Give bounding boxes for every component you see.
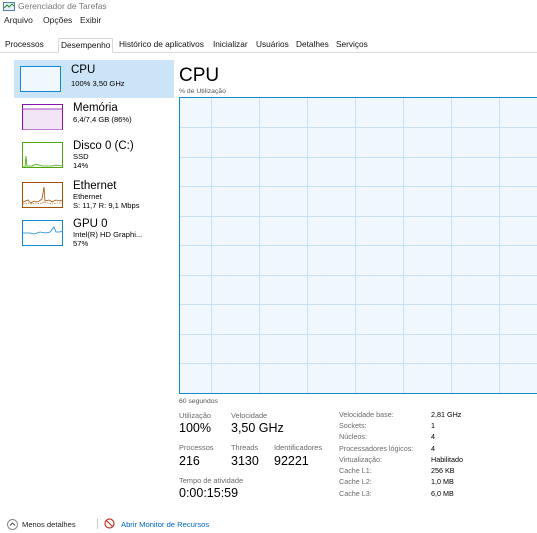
disk-thumbnail [22,142,63,168]
detail-key: Processadores lógicos: [339,444,414,453]
grid-line [180,304,537,305]
sidebar-item-sub: Intel(R) HD Graphi... [73,230,143,239]
detail-value: 1 [431,421,435,430]
sidebar-item-title: CPU [71,64,96,76]
sidebar-item-cpu[interactable]: CPU 100% 3,50 GHz [14,60,174,98]
grid-line [451,98,452,393]
detail-key: Cache L3: [339,489,372,498]
sidebar-item-gpu[interactable]: GPU 0 Intel(R) HD Graphi... 57% [16,214,172,252]
grid-line [180,216,537,217]
tab-bar: Processos Desempenho Histórico de aplica… [0,38,537,53]
sidebar-item-disco[interactable]: Disco 0 (C:) SSD 14% [16,136,172,174]
divider [97,518,98,529]
grid-line [307,98,308,393]
sidebar-item-memoria[interactable]: Memória 6,4/7,4 GB (86%) [16,98,172,136]
detail-value: Habilitado [431,455,463,464]
handles-value: 92221 [274,454,309,468]
chevron-up-icon[interactable] [7,519,18,530]
uptime-label: Tempo de atividade [179,476,244,485]
task-manager-icon [3,2,15,11]
uptime-value: 0:00:15:59 [179,486,239,500]
cpu-thumbnail [20,66,61,92]
sidebar-item-sub2: S: 11,7 R: 9,1 Mbps [73,201,140,210]
sidebar-item-sub2: 14% [73,161,89,170]
threads-label: Threads [231,443,259,452]
grid-line [259,98,260,393]
sidebar-item-sub: 6,4/7,4 GB (86%) [73,115,132,124]
utilization-label: Utilização [179,411,212,420]
tab-usuarios[interactable]: Usuários [254,38,291,51]
detail-key: Núcleos: [339,432,367,441]
detail-value: 2,81 GHz [431,410,462,419]
grid-line [180,334,537,335]
menu-exibir[interactable]: Exibir [80,15,101,25]
detail-key: Velocidade base: [339,410,394,419]
tab-detalhes[interactable]: Detalhes [294,38,331,51]
grid-line [180,186,537,187]
tab-processos[interactable]: Processos [3,38,46,51]
sidebar-item-title: Memória [73,102,118,114]
sidebar-item-title: Disco 0 (C:) [73,140,134,152]
handles-label: Identificadores [274,443,323,452]
grid-line [499,98,500,393]
detail-key: Cache L2: [339,477,372,486]
detail-value: 6,0 MB [431,489,454,498]
detail-key: Cache L1: [339,466,372,475]
detail-key: Virtualização: [339,455,383,464]
detail-value: 256 KB [431,466,455,475]
resource-monitor-icon[interactable] [104,518,115,529]
tab-historico[interactable]: Histórico de aplicativos [117,38,206,51]
window-title: Gerenciador de Tarefas [18,1,107,11]
grid-line [180,275,537,276]
fewer-details-button[interactable]: Menos detalhes [22,520,76,529]
utilization-axis-label: % de Utilização [179,88,226,95]
tab-inicializar[interactable]: Inicializar [211,38,250,51]
detail-value: 4 [431,432,435,441]
processes-value: 216 [179,454,200,468]
tab-desempenho[interactable]: Desempenho [58,38,114,53]
threads-value: 3130 [231,454,259,468]
sidebar-item-title: GPU 0 [73,218,108,230]
menu-opcoes[interactable]: Opções [43,15,72,25]
detail-value: 4 [431,444,435,453]
grid-line [355,98,356,393]
cpu-utilization-graph [179,97,537,394]
title-bar: Gerenciador de Tarefas [0,0,537,14]
speed-label: Velocidade [231,411,268,420]
grid-line [180,127,537,128]
open-resource-monitor-link[interactable]: Abrir Monitor de Recursos [121,520,209,529]
grid-line [403,98,404,393]
grid-line [211,98,212,393]
processes-label: Processos [179,443,214,452]
tab-servicos[interactable]: Serviços [334,38,370,51]
grid-line [180,157,537,158]
detail-value: 1,0 MB [431,477,454,486]
menu-arquivo[interactable]: Arquivo [4,15,33,25]
sidebar: CPU 100% 3,50 GHz Memória 6,4/7,4 GB (86… [14,56,174,396]
sidebar-item-ethernet[interactable]: Ethernet Ethernet S: 11,7 R: 9,1 Mbps [16,176,172,214]
sidebar-item-sub: SSD [73,152,89,161]
speed-value: 3,50 GHz [231,421,284,435]
ethernet-thumbnail [22,182,63,208]
grid-line [180,245,537,246]
utilization-value: 100% [179,421,211,435]
page-title: CPU [179,65,220,86]
memory-thumbnail [22,104,63,130]
detail-key: Sockets: [339,421,367,430]
sidebar-item-sub: 100% 3,50 GHz [71,79,125,88]
gpu-thumbnail [22,220,63,246]
sidebar-item-sub2: 57% [73,239,89,248]
footer: Menos detalhes Abrir Monitor de Recursos [0,515,537,533]
time-axis-label: 60 segundos [179,398,218,405]
sidebar-item-title: Ethernet [73,180,117,192]
sidebar-item-sub: Ethernet [73,192,102,201]
grid-line [180,363,537,364]
